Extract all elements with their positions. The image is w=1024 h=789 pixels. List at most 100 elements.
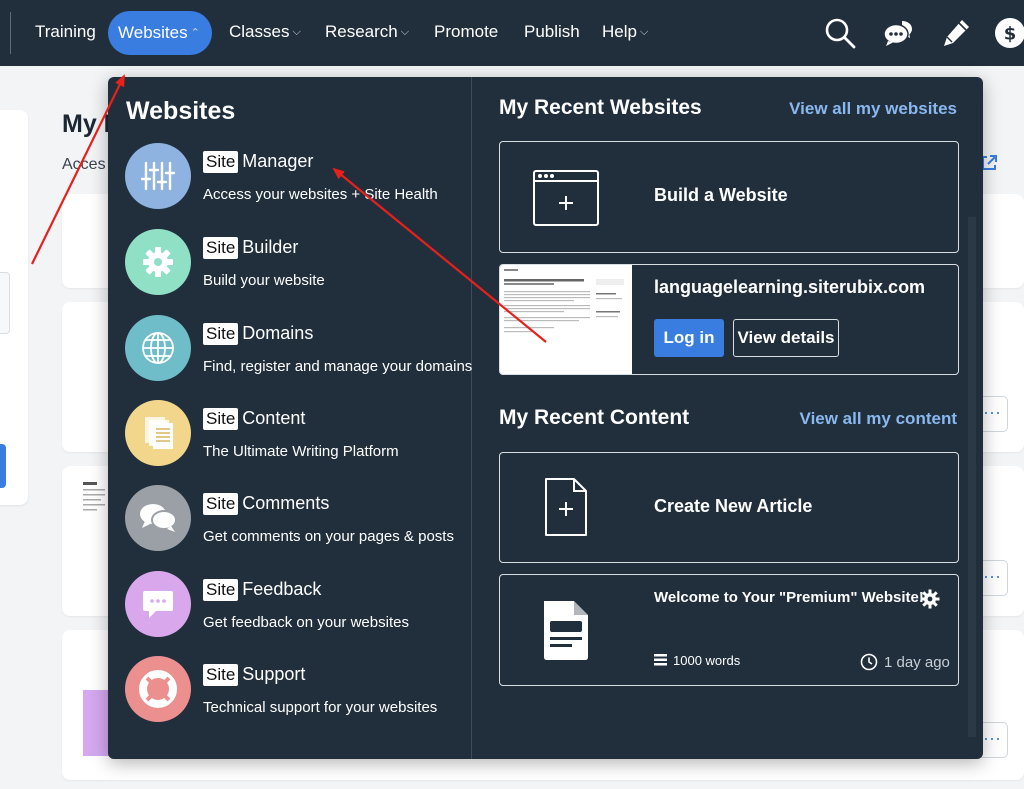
nav-item-help[interactable]: Help ⌵ [602,20,648,44]
background-primary-button [0,444,6,488]
svg-text:$: $ [1004,24,1017,45]
chevron-down-icon: ⌵ [639,26,649,38]
site-badge: Site [203,237,239,259]
menu-heading: Websites [126,97,236,125]
tool-site-manager[interactable]: Site Manager Access your websites + Site … [125,143,465,211]
tool-name: Feedback [242,579,322,599]
background-thumbnail [83,690,109,756]
nav-item-training[interactable]: Training [35,20,96,44]
site-badge: Site [203,323,239,345]
nav-item-promote[interactable]: Promote [434,20,498,44]
background-page-title: My I [62,110,111,138]
recent-website-card: languagelearning.siterubix.com Log in Vi… [499,264,959,375]
chevron-up-icon: ⌃ [190,27,200,39]
site-badge: Site [203,408,239,430]
pencil-icon[interactable] [940,17,972,49]
view-details-button[interactable]: View details [733,319,839,357]
tool-site-support[interactable]: Site Support Technical support for your w… [125,656,465,724]
dollar-icon[interactable]: $ [994,17,1024,49]
article-title: Welcome to Your "Premium" Website! [654,589,924,606]
nav-item-label: Websites [118,23,188,42]
nav-item-label: Research [325,22,398,41]
tool-site-comments[interactable]: Site Comments Get comments on your pages … [125,485,465,553]
tool-description: Get feedback on your websites [203,614,409,631]
build-website-card[interactable]: Build a Website [499,141,959,253]
globe-icon [142,332,174,364]
tool-name: Support [242,664,306,684]
clock-icon [860,653,878,671]
tool-icon-circle [125,485,191,551]
nav-item-label: Promote [434,22,499,41]
tool-description: Get comments on your pages & posts [203,528,454,545]
tool-name: Content [242,408,306,428]
create-article-label: Create New Article [654,496,813,516]
site-badge: Site [203,664,239,686]
top-navigation-bar: Training Websites ⌃ Classes ⌵ Research ⌵ Pr… [0,0,1024,66]
create-article-card[interactable]: Create New Article [499,452,959,563]
tool-icon-circle [125,229,191,295]
tool-icon-circle [125,143,191,209]
tool-icon-circle [125,315,191,381]
nav-item-publish[interactable]: Publish [524,20,580,44]
background-thumbnail [83,482,105,511]
view-all-content-link[interactable]: View all my content [800,409,957,429]
tool-name: Comments [242,493,330,513]
nav-item-label: Training [35,22,96,41]
site-badge: Site [203,579,239,601]
menu-divider [471,77,472,759]
view-all-websites-link[interactable]: View all my websites [789,99,957,119]
word-count: 1000 words [673,653,741,668]
feedback-bubble-icon [143,591,173,618]
nav-item-research[interactable]: Research ⌵ [325,20,409,44]
website-domain[interactable]: languagelearning.siterubix.com [654,277,925,298]
time-ago: 1 day ago [884,654,950,671]
tool-icon-circle [125,400,191,466]
tool-description: Technical support for your websites [203,699,438,716]
word-count-icon [654,654,667,666]
nav-item-label: Publish [524,22,580,41]
tool-site-feedback[interactable]: Site Feedback Get feedback on your websit… [125,571,465,639]
background-page-subtitle: Acces [62,156,106,173]
tool-icon-circle [125,656,191,722]
nav-item-label: Help [602,22,637,41]
chat-icon[interactable] [882,17,914,49]
tool-description: The Ultimate Writing Platform [203,443,399,460]
build-website-label: Build a Website [654,185,788,205]
nav-item-label: Classes [229,22,290,41]
tool-description: Find, register and manage your domains [203,358,473,375]
search-icon[interactable] [824,17,856,49]
recent-websites-title: My Recent Websites [499,96,702,119]
sliders-icon [141,161,175,191]
tool-name: Domains [242,323,314,343]
tool-site-content[interactable]: Site Content The Ultimate Writing Platfor… [125,400,465,468]
tool-site-builder[interactable]: Site Builder Build your website [125,229,465,297]
nav-item-websites[interactable]: Websites ⌃ [108,11,212,55]
nav-item-classes[interactable]: Classes ⌵ [229,20,301,44]
nav-divider [10,12,11,54]
site-badge: Site [203,151,239,173]
recent-article-card[interactable]: Welcome to Your "Premium" Website! 1000 … [499,574,959,686]
background-input [0,272,10,334]
documents-icon [145,417,173,449]
login-button[interactable]: Log in [654,319,724,357]
gear-icon [143,247,173,277]
chevron-down-icon: ⌵ [292,26,301,38]
websites-dropdown-menu: Websites Site Manager Access your website… [108,77,983,759]
speech-bubbles-icon [140,504,177,532]
tool-name: Manager [242,151,314,171]
recent-content-title: My Recent Content [499,406,690,429]
site-badge: Site [203,493,239,515]
lifebuoy-icon [139,670,177,708]
new-document-icon [545,478,587,536]
scrollbar-track[interactable] [968,217,976,737]
article-document-icon [544,601,588,660]
gear-icon[interactable] [920,589,940,609]
tool-description: Build your website [203,272,325,289]
new-browser-window-icon [533,170,599,226]
tool-icon-circle [125,571,191,637]
chevron-down-icon: ⌵ [400,26,410,38]
tool-description: Access your websites + Site Health [203,186,438,203]
tool-name: Builder [242,237,299,257]
website-thumbnail [500,265,632,374]
tool-site-domains[interactable]: Site Domains Find, register and manage yo… [125,315,472,383]
